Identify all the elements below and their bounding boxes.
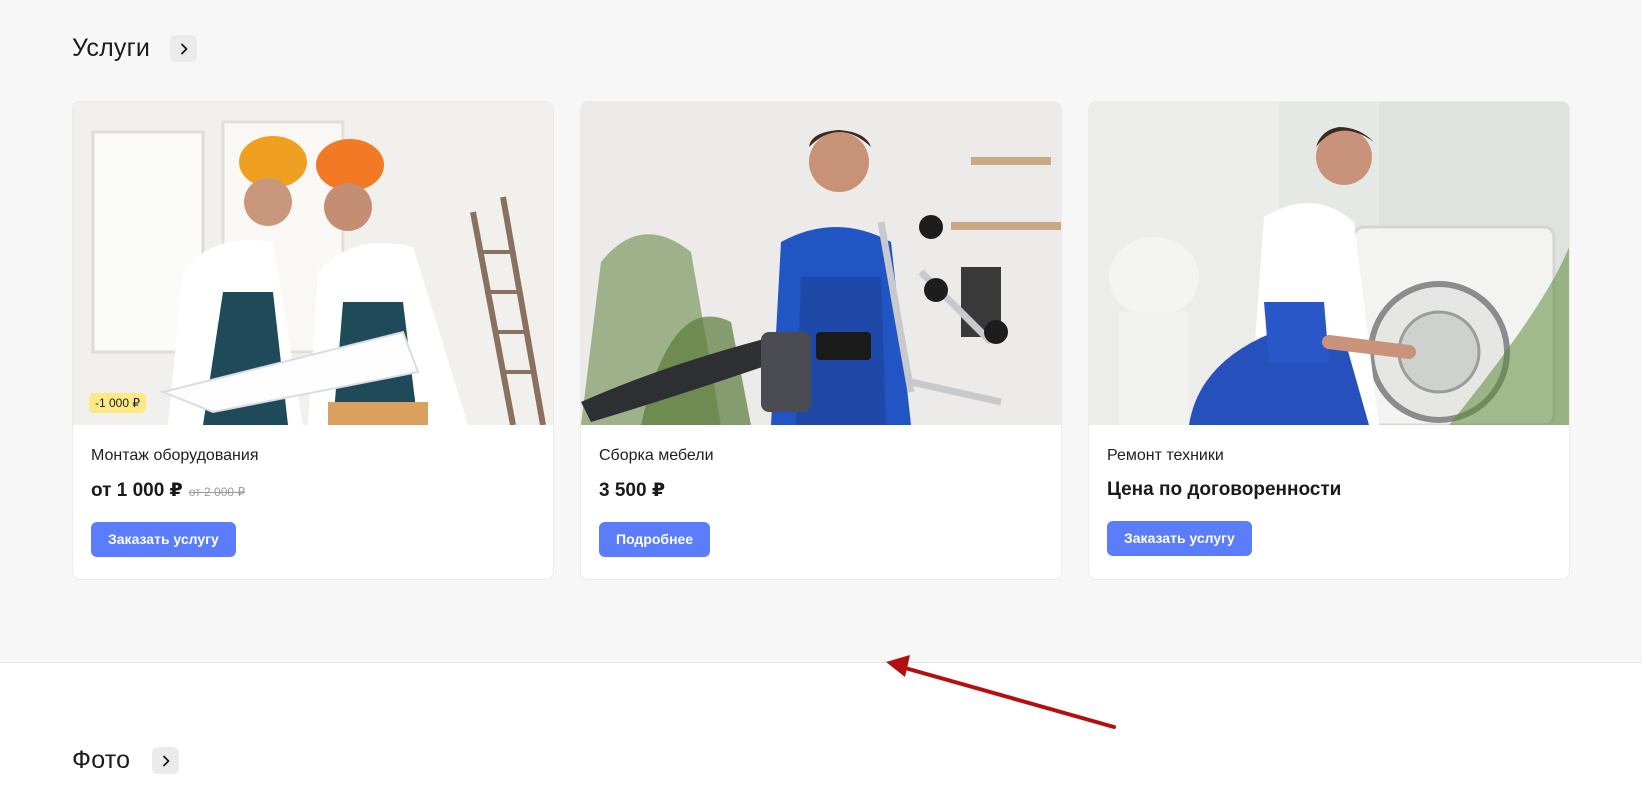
service-old-price: от 2 000 ₽: [188, 485, 246, 499]
service-title: Монтаж оборудования: [91, 447, 259, 464]
service-image-furniture: [581, 102, 1061, 425]
services-title: Услуги: [72, 34, 151, 62]
services-section: Услуги -1 000 ₽ Монтаж оборудования от 1…: [0, 0, 1642, 663]
service-price: от 1 000 ₽: [91, 480, 183, 501]
service-price: Цена по договоренности: [1107, 479, 1342, 500]
service-image-repair: [1089, 102, 1569, 425]
discount-badge: -1 000 ₽: [89, 393, 146, 413]
details-button[interactable]: Подробнее: [599, 522, 711, 557]
service-price: 3 500 ₽: [599, 480, 666, 501]
chevron-right-icon[interactable]: [170, 35, 198, 62]
service-card-repair[interactable]: Ремонт техники Цена по договоренности За…: [1088, 101, 1570, 580]
chevron-right-icon[interactable]: [152, 747, 180, 774]
services-header: Услуги: [72, 34, 198, 63]
order-service-button[interactable]: Заказать услугу: [1107, 521, 1252, 556]
service-title: Сборка мебели: [599, 447, 714, 464]
photo-header: Фото: [72, 746, 180, 775]
service-image-installation: -1 000 ₽: [73, 102, 553, 425]
service-card-installation[interactable]: -1 000 ₽ Монтаж оборудования от 1 000 ₽ …: [72, 101, 554, 580]
service-card-furniture[interactable]: Сборка мебели 3 500 ₽ Подробнее: [580, 101, 1062, 580]
order-service-button[interactable]: Заказать услугу: [91, 522, 236, 557]
photo-title: Фото: [72, 746, 131, 774]
service-title: Ремонт техники: [1107, 447, 1224, 464]
